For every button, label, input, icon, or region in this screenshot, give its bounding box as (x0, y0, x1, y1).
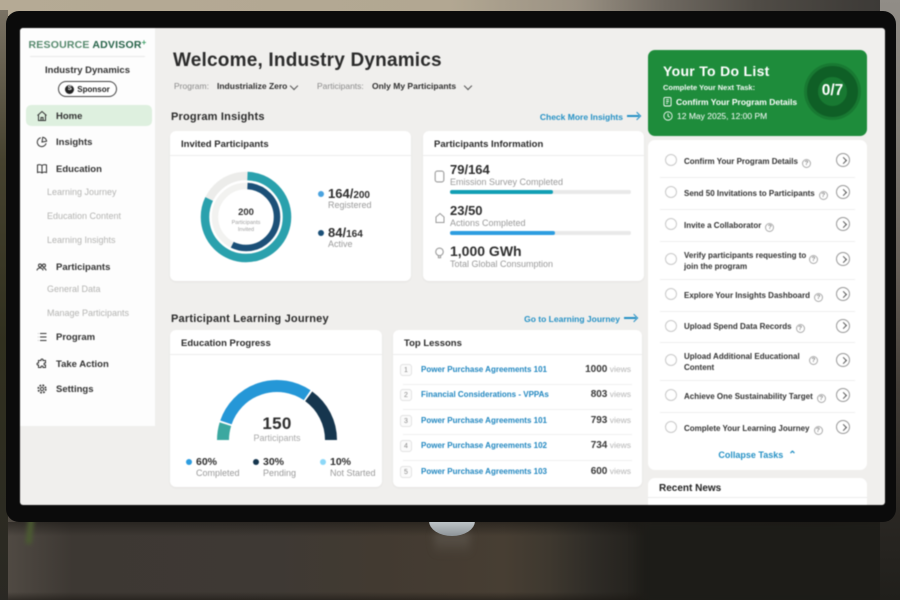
svg-text:200: 200 (238, 207, 254, 218)
svg-text:Invited: Invited (238, 227, 254, 233)
svg-text:Participants: Participants (232, 220, 261, 226)
